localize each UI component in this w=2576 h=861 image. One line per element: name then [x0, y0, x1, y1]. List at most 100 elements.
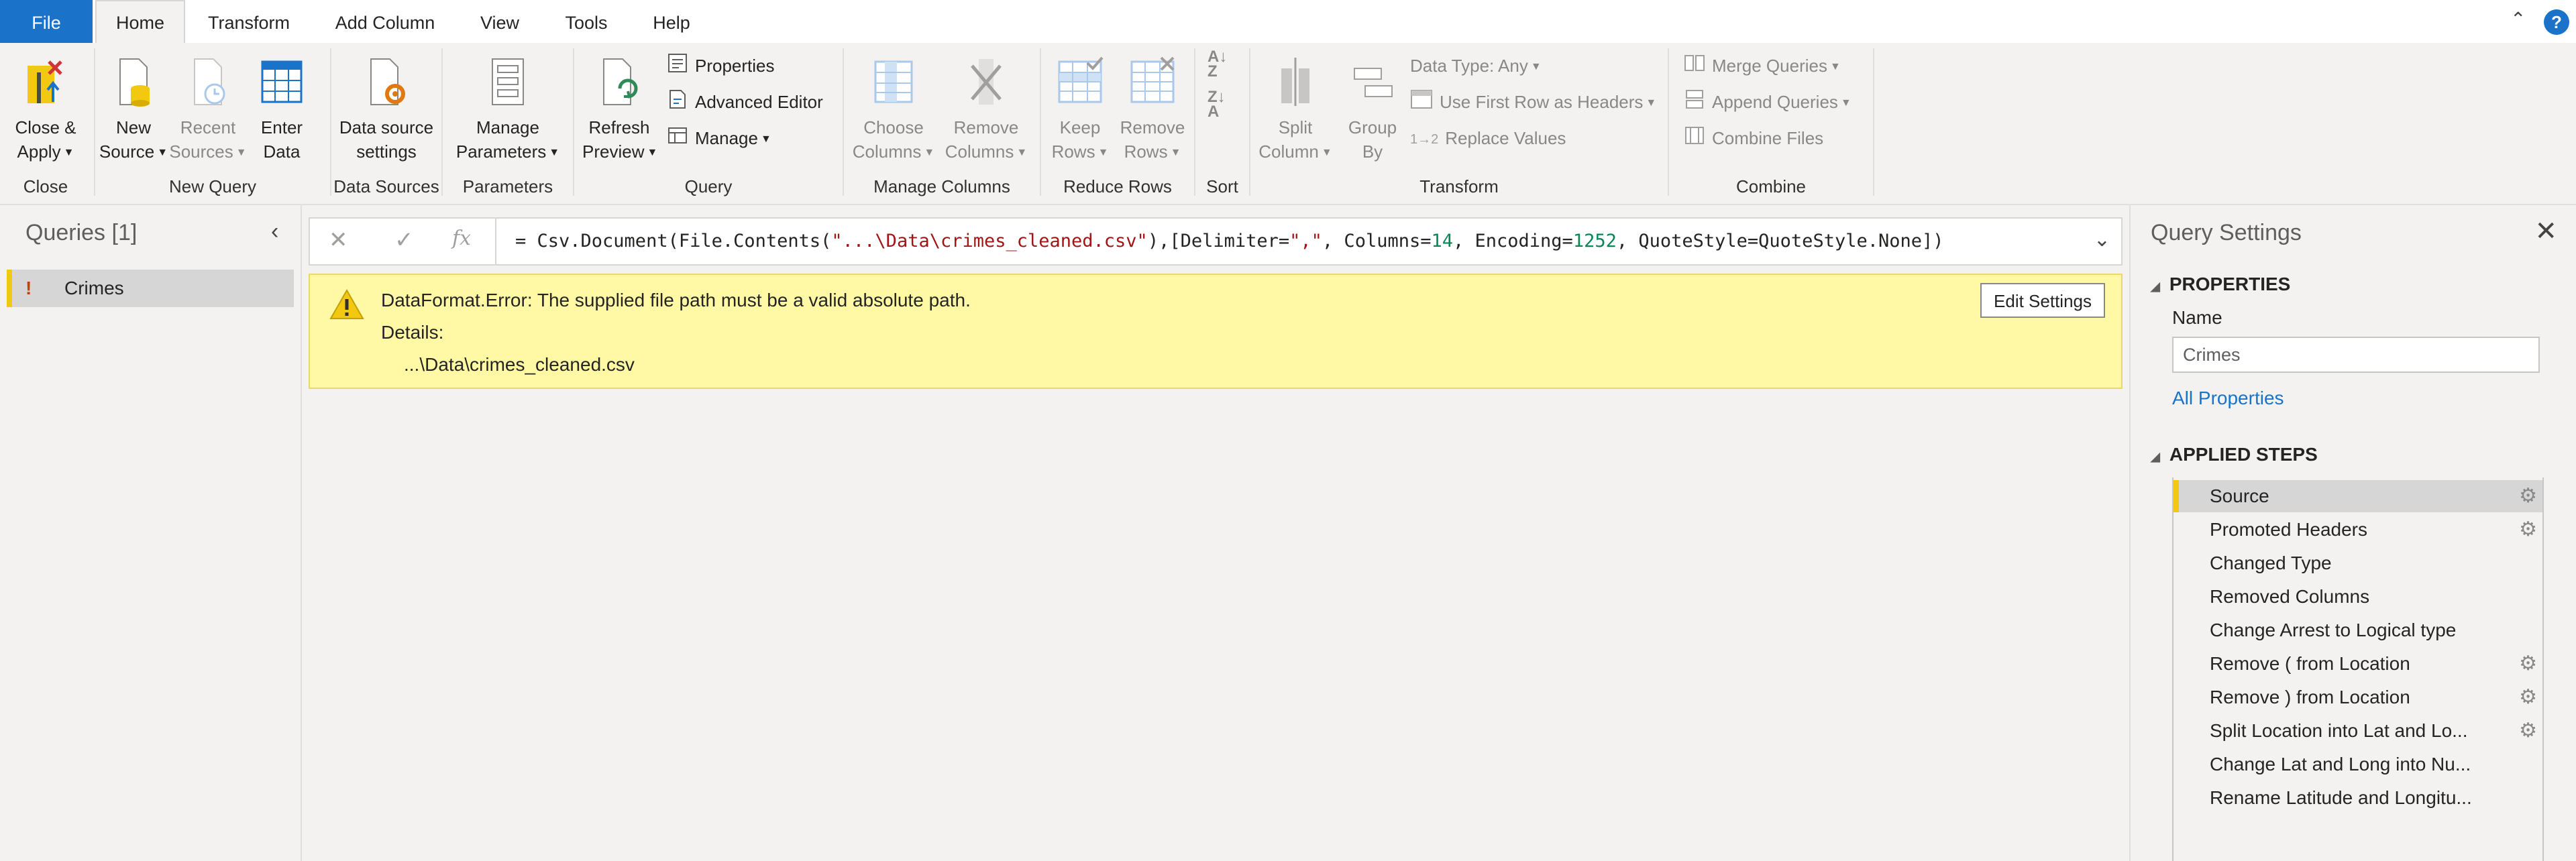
recent-sources-button[interactable]: Recent Sources ▼: [169, 52, 247, 165]
headers-icon: [1410, 89, 1433, 118]
applied-step-label: Rename Latitude and Longitu...: [2210, 787, 2472, 808]
group-label-reduce-rows: Reduce Rows: [1063, 176, 1172, 196]
applied-step[interactable]: Split Location into Lat and Lo... ⚙: [2174, 715, 2542, 747]
group-label-new-query: New Query: [168, 176, 257, 196]
query-item-label: Crimes: [64, 278, 124, 298]
combine-files-icon: [1684, 125, 1705, 154]
manage-parameters-button[interactable]: Manage Parameters ▼: [451, 52, 565, 165]
separator: [441, 48, 443, 196]
append-icon: [1684, 89, 1705, 118]
edit-settings-button[interactable]: Edit Settings: [1980, 283, 2105, 318]
split-column-button[interactable]: Split Column ▼: [1252, 52, 1339, 165]
remove-columns-button[interactable]: Remove Columns ▼: [939, 52, 1033, 165]
advanced-editor-button[interactable]: Advanced Editor: [667, 87, 823, 117]
properties-button[interactable]: Properties: [667, 51, 775, 80]
query-item-crimes[interactable]: ! Crimes: [7, 270, 294, 307]
applied-step[interactable]: Source ⚙: [2174, 480, 2542, 512]
applied-step-label: Changed Type: [2210, 553, 2332, 573]
close-icon[interactable]: ✕: [2534, 216, 2557, 247]
applied-step-label: Split Location into Lat and Lo...: [2210, 720, 2468, 741]
remove-rows-button[interactable]: Remove Rows ▼: [1115, 52, 1190, 165]
cancel-formula-icon[interactable]: ✕: [329, 227, 348, 253]
tab-add-column[interactable]: Add Column: [323, 0, 447, 43]
table-icon: [261, 60, 303, 103]
separator: [573, 48, 574, 196]
properties-section-header[interactable]: ◢ PROPERTIES: [2151, 274, 2290, 295]
query-settings-pane: Query Settings ✕ ◢PROPERTIES Name All Pr…: [2129, 205, 2576, 861]
sort-descending-icon: Z↓ A: [1208, 88, 1226, 121]
group-new-query: New Source ▼ Recent Sources ▼ Enter Data N…: [97, 43, 329, 201]
warning-triangle-icon: [329, 288, 364, 319]
ribbon: Close & Apply ▼ Close New Source ▼ Recent …: [0, 43, 2576, 205]
tab-help[interactable]: Help: [641, 0, 702, 43]
close-apply-button[interactable]: Close & Apply ▼: [5, 52, 86, 165]
help-icon[interactable]: ?: [2544, 9, 2569, 35]
applied-steps-list: Source ⚙ Promoted Headers ⚙ Changed Type Remo…: [2172, 477, 2544, 861]
tab-view[interactable]: View: [470, 0, 530, 43]
new-source-icon: [119, 58, 150, 107]
sort-descending-button[interactable]: Z↓ A: [1208, 88, 1226, 121]
query-name-field[interactable]: [2172, 337, 2540, 373]
group-by-button[interactable]: Group By: [1340, 52, 1405, 164]
all-properties-link[interactable]: All Properties: [2172, 388, 2284, 409]
error-banner: DataFormat.Error: The supplied file path…: [309, 274, 2123, 389]
applied-step[interactable]: Rename Latitude and Longitu...: [2174, 782, 2542, 814]
separator: [1873, 48, 1874, 196]
applied-step[interactable]: Remove ) from Location ⚙: [2174, 681, 2542, 713]
new-source-button[interactable]: New Source ▼: [98, 52, 169, 165]
manage-button[interactable]: Manage ▼: [667, 123, 771, 153]
gear-icon[interactable]: ⚙: [2519, 715, 2537, 747]
formula-buttons: ✕ ✓ fx: [310, 219, 496, 264]
gear-icon[interactable]: ⚙: [2519, 681, 2537, 713]
group-label-sort: Sort: [1206, 176, 1238, 196]
gear-icon[interactable]: ⚙: [2519, 480, 2537, 512]
group-reduce-rows: Keep Rows ▼ Remove Rows ▼ Reduce Rows: [1042, 43, 1193, 201]
data-type-dropdown[interactable]: Data Type: Any ▼: [1410, 51, 1542, 80]
formula-bar: ✕ ✓ fx = Csv.Document(File.Contents("...…: [309, 217, 2123, 266]
replace-values-button[interactable]: 1→2 Replace Values: [1410, 123, 1566, 153]
collapse-pane-icon[interactable]: ‹: [271, 219, 278, 245]
merge-icon: [1684, 52, 1705, 82]
applied-step-label: Promoted Headers: [2210, 519, 2368, 540]
applied-steps-section-header[interactable]: ◢ APPLIED STEPS: [2151, 444, 2318, 465]
applied-step[interactable]: Remove ( from Location ⚙: [2174, 648, 2542, 680]
use-first-row-as-headers-button[interactable]: Use First Row as Headers ▼: [1410, 87, 1656, 117]
append-queries-button[interactable]: Append Queries ▼: [1684, 87, 1851, 117]
tab-tools[interactable]: Tools: [554, 0, 619, 43]
data-source-settings-button[interactable]: Data source settings: [335, 52, 437, 164]
tab-file[interactable]: File: [0, 0, 93, 43]
advanced-editor-icon: [667, 89, 688, 119]
combine-files-button[interactable]: Combine Files: [1684, 123, 1823, 153]
tab-transform[interactable]: Transform: [199, 0, 299, 43]
fx-icon[interactable]: fx: [452, 227, 471, 250]
collapse-ribbon-icon[interactable]: ⌃: [2510, 8, 2526, 30]
group-label-close: Close: [23, 176, 68, 196]
choose-columns-button[interactable]: Choose Columns ▼: [849, 52, 938, 165]
keep-rows-button[interactable]: Keep Rows ▼: [1045, 52, 1115, 165]
applied-step[interactable]: Changed Type: [2174, 547, 2542, 579]
gear-icon[interactable]: ⚙: [2519, 514, 2537, 546]
enter-data-button[interactable]: Enter Data: [248, 52, 315, 164]
split-column-icon: [1281, 58, 1309, 106]
applied-step[interactable]: Promoted Headers ⚙: [2174, 514, 2542, 546]
gear-icon[interactable]: ⚙: [2519, 648, 2537, 680]
query-settings-title: Query Settings: [2151, 220, 2302, 245]
applied-step-label: Source: [2210, 485, 2269, 506]
merge-queries-button[interactable]: Merge Queries ▼: [1684, 51, 1841, 80]
refresh-preview-button[interactable]: Refresh Preview ▼: [582, 52, 657, 165]
applied-step[interactable]: Change Arrest to Logical type: [2174, 614, 2542, 646]
separator: [843, 48, 844, 196]
commit-formula-icon[interactable]: ✓: [394, 227, 414, 253]
remove-columns-icon: [971, 59, 1002, 105]
queries-pane: Queries [1] ‹ ! Crimes: [0, 205, 302, 861]
formula-text[interactable]: = Csv.Document(File.Contents("...\Data\c…: [515, 231, 1944, 251]
manage-icon: [667, 125, 688, 155]
collapse-triangle-icon: ◢: [2151, 280, 2160, 293]
tab-home[interactable]: Home: [95, 0, 185, 43]
sort-ascending-button[interactable]: A↓ Z: [1208, 49, 1227, 80]
error-details-path: ...\Data\crimes_cleaned.csv: [404, 354, 635, 375]
parameters-icon: [492, 58, 524, 105]
applied-step[interactable]: Change Lat and Long into Nu...: [2174, 748, 2542, 781]
applied-step[interactable]: Removed Columns: [2174, 581, 2542, 613]
expand-formula-icon[interactable]: ⌄: [2094, 228, 2110, 251]
